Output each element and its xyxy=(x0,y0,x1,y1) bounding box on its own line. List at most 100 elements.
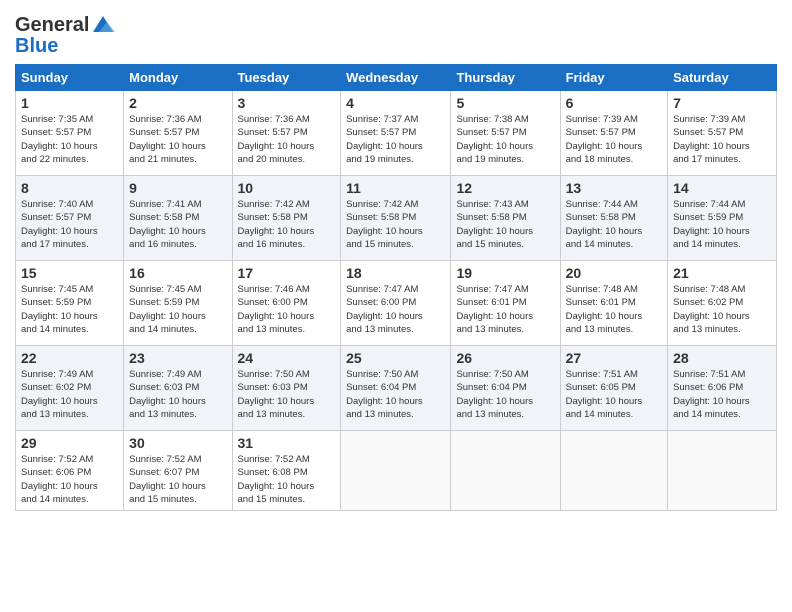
calendar-week-1: 1Sunrise: 7:35 AMSunset: 5:57 PMDaylight… xyxy=(16,91,777,176)
day-info: Sunrise: 7:50 AMSunset: 6:04 PMDaylight:… xyxy=(456,368,554,421)
day-header-tuesday: Tuesday xyxy=(232,65,341,91)
calendar-cell: 3 Sunrise: 7:36 AMSunset: 5:57 PMDaylight… xyxy=(232,91,341,176)
day-number: 15 xyxy=(21,265,118,281)
day-info: Sunrise: 7:43 AMSunset: 5:58 PMDaylight:… xyxy=(456,198,554,251)
day-number: 4 xyxy=(346,95,445,111)
day-number: 24 xyxy=(238,350,336,366)
day-number: 26 xyxy=(456,350,554,366)
day-info: Sunrise: 7:49 AMSunset: 6:02 PMDaylight:… xyxy=(21,368,118,421)
day-info: Sunrise: 7:35 AMSunset: 5:57 PMDaylight:… xyxy=(21,113,118,166)
day-number: 6 xyxy=(566,95,662,111)
calendar-header-row: SundayMondayTuesdayWednesdayThursdayFrid… xyxy=(16,65,777,91)
day-number: 12 xyxy=(456,180,554,196)
calendar-cell: 7 Sunrise: 7:39 AMSunset: 5:57 PMDaylight… xyxy=(668,91,777,176)
day-header-sunday: Sunday xyxy=(16,65,124,91)
calendar-cell: 23 Sunrise: 7:49 AMSunset: 6:03 PMDayligh… xyxy=(124,346,232,431)
calendar-cell: 31 Sunrise: 7:52 AMSunset: 6:08 PMDayligh… xyxy=(232,431,341,511)
calendar-cell: 27Sunrise: 7:51 AMSunset: 6:05 PMDayligh… xyxy=(560,346,667,431)
logo-icon xyxy=(89,14,117,36)
calendar-cell: 13 Sunrise: 7:44 AMSunset: 5:58 PMDayligh… xyxy=(560,176,667,261)
calendar-cell: 24Sunrise: 7:50 AMSunset: 6:03 PMDayligh… xyxy=(232,346,341,431)
day-number: 3 xyxy=(238,95,336,111)
day-info: Sunrise: 7:45 AMSunset: 5:59 PMDaylight:… xyxy=(21,283,118,336)
day-info: Sunrise: 7:52 AMSunset: 6:08 PMDaylight:… xyxy=(238,453,336,506)
calendar-cell: 12 Sunrise: 7:43 AMSunset: 5:58 PMDayligh… xyxy=(451,176,560,261)
calendar-cell: 6 Sunrise: 7:39 AMSunset: 5:57 PMDaylight… xyxy=(560,91,667,176)
day-info: Sunrise: 7:37 AMSunset: 5:57 PMDaylight:… xyxy=(346,113,445,166)
day-info: Sunrise: 7:39 AMSunset: 5:57 PMDaylight:… xyxy=(673,113,771,166)
day-number: 10 xyxy=(238,180,336,196)
day-info: Sunrise: 7:45 AMSunset: 5:59 PMDaylight:… xyxy=(129,283,226,336)
calendar-cell: 9 Sunrise: 7:41 AMSunset: 5:58 PMDaylight… xyxy=(124,176,232,261)
day-info: Sunrise: 7:46 AMSunset: 6:00 PMDaylight:… xyxy=(238,283,336,336)
day-info: Sunrise: 7:42 AMSunset: 5:58 PMDaylight:… xyxy=(346,198,445,251)
calendar-week-3: 15 Sunrise: 7:45 AMSunset: 5:59 PMDayligh… xyxy=(16,261,777,346)
calendar-cell: 17 Sunrise: 7:46 AMSunset: 6:00 PMDayligh… xyxy=(232,261,341,346)
calendar-cell: 19 Sunrise: 7:47 AMSunset: 6:01 PMDayligh… xyxy=(451,261,560,346)
day-number: 11 xyxy=(346,180,445,196)
day-info: Sunrise: 7:49 AMSunset: 6:03 PMDaylight:… xyxy=(129,368,226,421)
day-info: Sunrise: 7:36 AMSunset: 5:57 PMDaylight:… xyxy=(129,113,226,166)
day-number: 20 xyxy=(566,265,662,281)
day-info: Sunrise: 7:36 AMSunset: 5:57 PMDaylight:… xyxy=(238,113,336,166)
calendar-week-2: 8 Sunrise: 7:40 AMSunset: 5:57 PMDaylight… xyxy=(16,176,777,261)
day-header-thursday: Thursday xyxy=(451,65,560,91)
day-number: 29 xyxy=(21,435,118,451)
day-number: 23 xyxy=(129,350,226,366)
logo: General Blue xyxy=(15,14,117,56)
day-number: 28 xyxy=(673,350,771,366)
day-number: 19 xyxy=(456,265,554,281)
day-number: 2 xyxy=(129,95,226,111)
day-info: Sunrise: 7:47 AMSunset: 6:00 PMDaylight:… xyxy=(346,283,445,336)
calendar-cell: 15 Sunrise: 7:45 AMSunset: 5:59 PMDayligh… xyxy=(16,261,124,346)
day-info: Sunrise: 7:47 AMSunset: 6:01 PMDaylight:… xyxy=(456,283,554,336)
day-info: Sunrise: 7:52 AMSunset: 6:06 PMDaylight:… xyxy=(21,453,118,506)
calendar-cell: 30 Sunrise: 7:52 AMSunset: 6:07 PMDayligh… xyxy=(124,431,232,511)
calendar: SundayMondayTuesdayWednesdayThursdayFrid… xyxy=(15,64,777,511)
day-number: 8 xyxy=(21,180,118,196)
calendar-cell: 4 Sunrise: 7:37 AMSunset: 5:57 PMDaylight… xyxy=(341,91,451,176)
day-number: 27 xyxy=(566,350,662,366)
calendar-cell xyxy=(560,431,667,511)
day-number: 5 xyxy=(456,95,554,111)
day-info: Sunrise: 7:39 AMSunset: 5:57 PMDaylight:… xyxy=(566,113,662,166)
day-info: Sunrise: 7:38 AMSunset: 5:57 PMDaylight:… xyxy=(456,113,554,166)
calendar-cell xyxy=(668,431,777,511)
day-number: 30 xyxy=(129,435,226,451)
calendar-cell: 28 Sunrise: 7:51 AMSunset: 6:06 PMDayligh… xyxy=(668,346,777,431)
day-info: Sunrise: 7:40 AMSunset: 5:57 PMDaylight:… xyxy=(21,198,118,251)
header: General Blue xyxy=(15,10,777,56)
day-info: Sunrise: 7:50 AMSunset: 6:04 PMDaylight:… xyxy=(346,368,445,421)
day-number: 25 xyxy=(346,350,445,366)
calendar-week-5: 29 Sunrise: 7:52 AMSunset: 6:06 PMDayligh… xyxy=(16,431,777,511)
calendar-cell: 25 Sunrise: 7:50 AMSunset: 6:04 PMDayligh… xyxy=(341,346,451,431)
day-info: Sunrise: 7:51 AMSunset: 6:06 PMDaylight:… xyxy=(673,368,771,421)
calendar-cell: 21 Sunrise: 7:48 AMSunset: 6:02 PMDayligh… xyxy=(668,261,777,346)
calendar-cell: 22Sunrise: 7:49 AMSunset: 6:02 PMDayligh… xyxy=(16,346,124,431)
calendar-cell: 5 Sunrise: 7:38 AMSunset: 5:57 PMDaylight… xyxy=(451,91,560,176)
page-container: General Blue SundayMondayTuesdayWednesda… xyxy=(0,0,792,521)
day-number: 7 xyxy=(673,95,771,111)
day-header-friday: Friday xyxy=(560,65,667,91)
day-number: 9 xyxy=(129,180,226,196)
day-info: Sunrise: 7:52 AMSunset: 6:07 PMDaylight:… xyxy=(129,453,226,506)
day-number: 31 xyxy=(238,435,336,451)
day-info: Sunrise: 7:44 AMSunset: 5:58 PMDaylight:… xyxy=(566,198,662,251)
day-header-wednesday: Wednesday xyxy=(341,65,451,91)
calendar-cell: 16 Sunrise: 7:45 AMSunset: 5:59 PMDayligh… xyxy=(124,261,232,346)
day-info: Sunrise: 7:48 AMSunset: 6:02 PMDaylight:… xyxy=(673,283,771,336)
calendar-cell: 2 Sunrise: 7:36 AMSunset: 5:57 PMDaylight… xyxy=(124,91,232,176)
day-info: Sunrise: 7:44 AMSunset: 5:59 PMDaylight:… xyxy=(673,198,771,251)
day-number: 16 xyxy=(129,265,226,281)
calendar-cell xyxy=(451,431,560,511)
day-number: 21 xyxy=(673,265,771,281)
day-info: Sunrise: 7:41 AMSunset: 5:58 PMDaylight:… xyxy=(129,198,226,251)
calendar-cell: 29 Sunrise: 7:52 AMSunset: 6:06 PMDayligh… xyxy=(16,431,124,511)
calendar-cell: 20Sunrise: 7:48 AMSunset: 6:01 PMDayligh… xyxy=(560,261,667,346)
day-number: 14 xyxy=(673,180,771,196)
day-number: 18 xyxy=(346,265,445,281)
day-header-saturday: Saturday xyxy=(668,65,777,91)
calendar-cell: 1Sunrise: 7:35 AMSunset: 5:57 PMDaylight… xyxy=(16,91,124,176)
day-number: 17 xyxy=(238,265,336,281)
day-number: 13 xyxy=(566,180,662,196)
